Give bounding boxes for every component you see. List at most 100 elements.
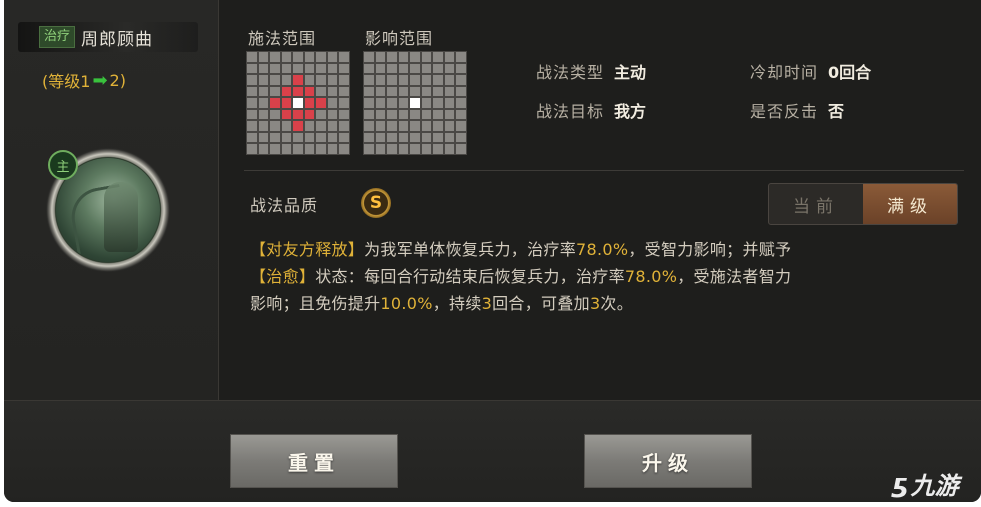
jiuyou-logo-icon: ƽ [892,468,909,499]
counterattack-value: 否 [828,102,845,121]
grid-cell [339,132,349,143]
grid-cell [398,109,409,120]
grid-cell [258,86,269,97]
level-view-toggle: 当前 满级 [768,183,958,225]
grid-cell [456,132,466,143]
grid-cell [410,63,420,74]
grid-cell [433,144,443,154]
grid-cell [364,98,374,108]
grid-cell [375,98,386,108]
grid-cell [281,109,292,120]
grid-cell [281,75,292,85]
grid-cell [433,86,443,97]
grid-cell [421,86,432,97]
grid-cell [364,144,374,154]
grid-cell [387,132,397,143]
grid-cell [270,109,280,120]
desc-line1-tail: ，受智力影响；并赋予 [628,240,792,259]
level-to: 2) [109,70,126,90]
tab-current-level[interactable]: 当前 [769,184,863,224]
grid-cell [410,86,420,97]
grid-cell [387,98,397,108]
grid-cell [398,121,409,131]
grid-cell [258,52,269,62]
reset-button[interactable]: 重置 [230,434,398,488]
grid-cell [270,52,280,62]
grid-cell [339,75,349,85]
grid-cell [316,121,326,131]
grid-cell [456,52,466,62]
grid-cell [364,132,374,143]
grid-cell [316,86,326,97]
effect-range-label: 影响范围 [365,29,434,48]
grid-cell [410,75,420,85]
grid-cell [339,144,349,154]
grid-cell [375,52,386,62]
grid-cell [316,98,326,108]
grid-cell [258,121,269,131]
grid-cell [281,121,292,131]
grid-cell [421,75,432,85]
grid-cell [364,86,374,97]
grid-cell [387,63,397,74]
grid-cell [316,132,326,143]
skill-target-row: 战法目标 我方 [536,98,646,122]
grid-cell [444,52,455,62]
grid-cell [293,144,303,154]
grid-cell [247,86,257,97]
desc-damage-reduction: 10.0% [380,294,433,313]
grid-cell [375,63,386,74]
main-skill-badge: 主 [48,150,78,180]
grid-cell [281,98,292,108]
grid-cell [270,98,280,108]
grid-cell [327,63,338,74]
skill-target-label: 战法目标 [536,102,605,121]
grid-cell [270,144,280,154]
grid-cell [293,109,303,120]
grid-cell [258,132,269,143]
grid-cell [433,109,443,120]
watermark-logo: ƽ 九游 [892,466,959,501]
grid-cell [304,75,315,85]
grid-cell [293,121,303,131]
grid-cell [421,132,432,143]
general-figure [104,182,138,252]
grid-cell [258,98,269,108]
arrow-right-icon: ➡ [92,69,108,91]
section-divider [244,170,964,171]
grid-cell [398,75,409,85]
level-change: (等级1 ➡ 2) [42,68,126,92]
grid-cell [421,109,432,120]
cooldown-label: 冷却时间 [750,63,819,82]
grid-cell [444,121,455,131]
tab-max-level[interactable]: 满级 [863,184,957,224]
grid-cell [444,98,455,108]
grid-cell [398,98,409,108]
cast-range-label: 施法范围 [248,29,317,48]
grid-cell [364,63,374,74]
grid-cell [444,132,455,143]
grid-cell [258,144,269,154]
grid-cell [270,63,280,74]
grid-cell [247,121,257,131]
upgrade-button[interactable]: 升级 [584,434,752,488]
watermark-text: 九游 [910,472,959,500]
grid-cell [387,52,397,62]
grid-cell [433,63,443,74]
grid-cell [410,109,420,120]
grid-cell [270,121,280,131]
skill-type-row: 战法类型 主动 [536,59,646,83]
grid-cell [456,98,466,108]
cooldown-row: 冷却时间 0回合 [750,59,871,83]
grid-cell [456,86,466,97]
grid-cell [421,63,432,74]
grid-cell [316,144,326,154]
grid-cell [327,132,338,143]
grid-cell [339,86,349,97]
grid-cell [398,52,409,62]
grid-cell [398,144,409,154]
counterattack-label: 是否反击 [750,102,819,121]
grid-cell [421,144,432,154]
grid-cell [339,121,349,131]
grid-cell [327,52,338,62]
